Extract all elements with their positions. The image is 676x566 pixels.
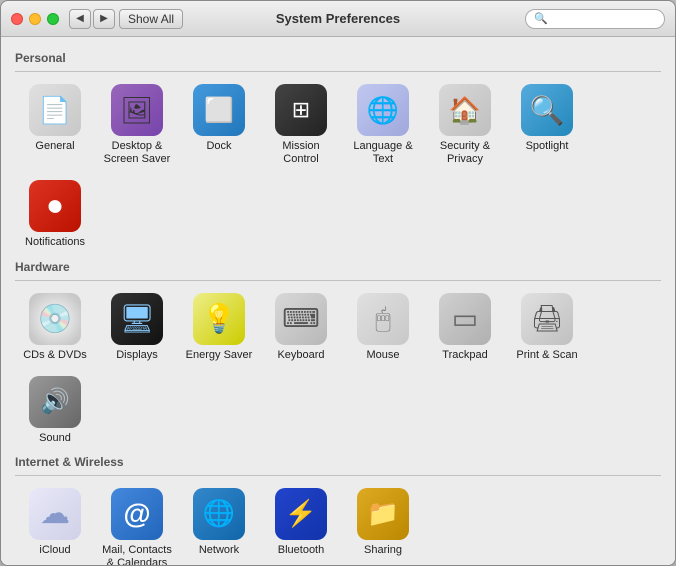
pref-label-bluetooth: Bluetooth	[278, 544, 324, 557]
pref-label-trackpad: Trackpad	[442, 349, 487, 362]
pref-icon-bluetooth: ⚡	[275, 488, 327, 540]
pref-icon-spotlight: 🔍	[521, 84, 573, 136]
pref-item-desktop[interactable]: 🖼 Desktop & Screen Saver	[97, 78, 177, 172]
section-label-personal: Personal	[15, 51, 661, 65]
traffic-lights	[11, 13, 59, 25]
pref-icon-icloud: ☁	[29, 488, 81, 540]
section-hardware: Hardware 💿 CDs & DVDs 🖥 Displays 💡 Energy Save…	[15, 260, 661, 451]
pref-label-sharing: Sharing	[364, 544, 402, 557]
pref-item-trackpad[interactable]: ▭ Trackpad	[425, 287, 505, 368]
pref-icon-general: 📄	[29, 84, 81, 136]
pref-item-spotlight[interactable]: 🔍 Spotlight	[507, 78, 587, 172]
pref-icon-mouse: 🖱	[357, 293, 409, 345]
icon-grid-internet: ☁ iCloud @ Mail, Contacts & Calendars 🌐 Netwo…	[15, 482, 661, 565]
pref-item-sound[interactable]: 🔊 Sound	[15, 370, 95, 451]
pref-label-desktop: Desktop & Screen Saver	[101, 140, 173, 166]
pref-label-general: General	[35, 140, 74, 153]
pref-icon-cds: 💿	[29, 293, 81, 345]
show-all-button[interactable]: Show All	[119, 9, 183, 29]
pref-icon-security: 🏠	[439, 84, 491, 136]
pref-icon-network: 🌐	[193, 488, 245, 540]
icon-grid-hardware: 💿 CDs & DVDs 🖥 Displays 💡 Energy Saver ⌨ Keyboa…	[15, 287, 661, 451]
system-preferences-window: ◀ ▶ Show All System Preferences 🔍 Person…	[0, 0, 676, 566]
section-label-internet: Internet & Wireless	[15, 455, 661, 469]
search-input[interactable]	[552, 13, 656, 25]
pref-icon-notifications: ⏺	[29, 180, 81, 232]
pref-icon-desktop: 🖼	[111, 84, 163, 136]
pref-item-energy[interactable]: 💡 Energy Saver	[179, 287, 259, 368]
pref-item-bluetooth[interactable]: ⚡ Bluetooth	[261, 482, 341, 565]
pref-icon-sharing: 📁	[357, 488, 409, 540]
minimize-button[interactable]	[29, 13, 41, 25]
maximize-button[interactable]	[47, 13, 59, 25]
pref-item-mission[interactable]: ⊞ Mission Control	[261, 78, 341, 172]
pref-icon-mail: @	[111, 488, 163, 540]
pref-item-icloud[interactable]: ☁ iCloud	[15, 482, 95, 565]
section-divider-internet	[15, 475, 661, 476]
titlebar: ◀ ▶ Show All System Preferences 🔍	[1, 1, 675, 37]
pref-label-energy: Energy Saver	[186, 349, 253, 362]
pref-icon-keyboard: ⌨	[275, 293, 327, 345]
window-title: System Preferences	[276, 11, 400, 26]
pref-label-language: Language & Text	[347, 140, 419, 166]
pref-icon-print: 🖨	[521, 293, 573, 345]
back-button[interactable]: ◀	[69, 9, 91, 29]
pref-label-keyboard: Keyboard	[277, 349, 324, 362]
pref-item-network[interactable]: 🌐 Network	[179, 482, 259, 565]
pref-item-cds[interactable]: 💿 CDs & DVDs	[15, 287, 95, 368]
preferences-content: Personal📄General🖼Desktop & Screen Saver⬜…	[1, 37, 675, 565]
pref-label-print: Print & Scan	[516, 349, 577, 362]
pref-label-displays: Displays	[116, 349, 158, 362]
forward-button[interactable]: ▶	[93, 9, 115, 29]
pref-icon-mission: ⊞	[275, 84, 327, 136]
section-internet: Internet & Wireless ☁ iCloud @ Mail, Contact…	[15, 455, 661, 565]
pref-label-notifications: Notifications	[25, 236, 85, 249]
pref-item-keyboard[interactable]: ⌨ Keyboard	[261, 287, 341, 368]
close-button[interactable]	[11, 13, 23, 25]
pref-item-sharing[interactable]: 📁 Sharing	[343, 482, 423, 565]
pref-label-security: Security & Privacy	[429, 140, 501, 166]
search-box[interactable]: 🔍	[525, 9, 665, 29]
pref-item-security[interactable]: 🏠 Security & Privacy	[425, 78, 505, 172]
section-personal: Personal📄General🖼Desktop & Screen Saver⬜…	[15, 51, 661, 256]
pref-label-mission: Mission Control	[265, 140, 337, 166]
pref-label-spotlight: Spotlight	[526, 140, 569, 153]
section-divider-hardware	[15, 280, 661, 281]
pref-item-mouse[interactable]: 🖱 Mouse	[343, 287, 423, 368]
search-icon: 🔍	[534, 12, 548, 25]
pref-label-network: Network	[199, 544, 239, 557]
icon-grid-personal: 📄 General 🖼 Desktop & Screen Saver ⬜ Dock ⊞ Mis…	[15, 78, 661, 256]
section-label-hardware: Hardware	[15, 260, 661, 274]
pref-icon-trackpad: ▭	[439, 293, 491, 345]
pref-icon-sound: 🔊	[29, 376, 81, 428]
pref-icon-energy: 💡	[193, 293, 245, 345]
pref-label-mail: Mail, Contacts & Calendars	[101, 544, 173, 565]
pref-label-dock: Dock	[206, 140, 231, 153]
pref-item-print[interactable]: 🖨 Print & Scan	[507, 287, 587, 368]
pref-label-sound: Sound	[39, 432, 71, 445]
pref-icon-language: 🌐	[357, 84, 409, 136]
pref-icon-dock: ⬜	[193, 84, 245, 136]
pref-item-language[interactable]: 🌐 Language & Text	[343, 78, 423, 172]
pref-label-icloud: iCloud	[39, 544, 70, 557]
pref-item-displays[interactable]: 🖥 Displays	[97, 287, 177, 368]
pref-item-general[interactable]: 📄 General	[15, 78, 95, 172]
pref-item-notifications[interactable]: ⏺ Notifications	[15, 174, 95, 255]
nav-buttons: ◀ ▶	[69, 9, 115, 29]
pref-icon-displays: 🖥	[111, 293, 163, 345]
pref-item-dock[interactable]: ⬜ Dock	[179, 78, 259, 172]
section-divider-personal	[15, 71, 661, 72]
pref-label-cds: CDs & DVDs	[23, 349, 87, 362]
pref-item-mail[interactable]: @ Mail, Contacts & Calendars	[97, 482, 177, 565]
pref-label-mouse: Mouse	[366, 349, 399, 362]
